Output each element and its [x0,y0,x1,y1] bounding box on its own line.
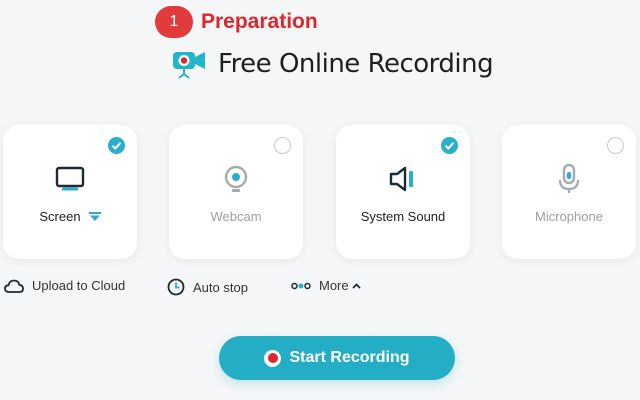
more-dots-icon [291,282,311,289]
webcam-card[interactable]: Webcam [169,125,303,259]
microphone-card[interactable]: Microphone [502,125,636,259]
step-indicator: 1 Preparation [155,6,318,38]
microphone-checkbox[interactable] [607,137,624,154]
screen-card[interactable]: Screen [3,125,137,259]
more-label: More [319,278,349,293]
microphone-label: Microphone [535,209,603,224]
header: Free Online Recording [172,48,494,80]
record-icon [264,349,282,367]
webcam-label: Webcam [210,209,262,224]
check-icon [111,142,122,150]
start-recording-label: Start Recording [289,349,410,366]
speaker-icon [389,166,413,192]
system-sound-card[interactable]: System Sound [336,125,470,259]
step-label: Preparation [201,10,318,33]
upload-to-cloud-option[interactable]: Upload to Cloud [4,278,125,293]
screen-label: Screen [39,209,81,224]
chevron-up-icon [351,282,361,289]
camera-logo-icon [173,52,205,79]
system-sound-label: System Sound [360,209,446,224]
auto-stop-label: Auto stop [193,279,248,295]
step-number-badge: 1 [155,6,193,38]
upload-to-cloud-label: Upload to Cloud [32,278,126,293]
screen-checkbox[interactable] [108,137,125,154]
auto-stop-option[interactable]: Auto stop [167,278,248,296]
microphone-icon [558,163,580,193]
more-options-toggle[interactable]: More [291,278,361,293]
webcam-checkbox[interactable] [274,137,291,154]
clock-icon [167,278,185,296]
start-recording-button[interactable]: Start Recording [219,336,455,380]
cloud-icon [4,279,24,293]
page-title: Free Online Recording [218,49,494,79]
check-icon [444,142,455,150]
monitor-icon [55,166,85,191]
dropdown-triangle-icon[interactable] [88,212,101,221]
webcam-icon [224,165,248,192]
system-sound-checkbox[interactable] [441,137,458,154]
